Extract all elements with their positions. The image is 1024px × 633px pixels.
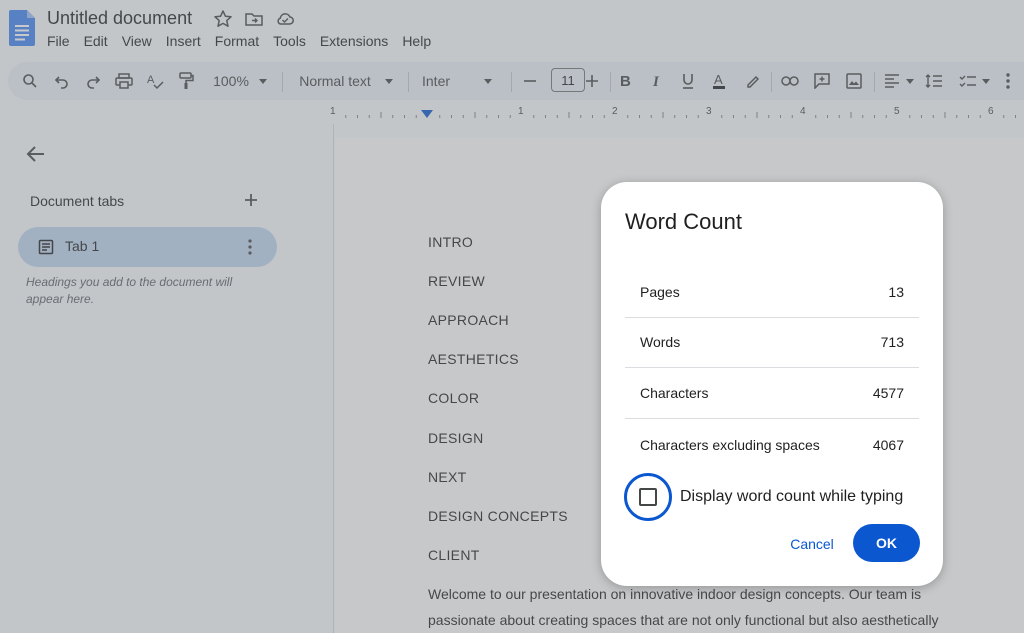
dialog-title: Word Count: [625, 209, 742, 234]
stat-value: 13: [888, 284, 904, 300]
ok-button[interactable]: OK: [853, 524, 920, 562]
stat-label: Characters: [640, 385, 709, 401]
stat-label: Words: [640, 334, 681, 350]
display-word-count-checkbox[interactable]: [639, 488, 657, 506]
cancel-button[interactable]: Cancel: [777, 526, 847, 562]
stat-value: 713: [880, 334, 904, 350]
stat-row-words: Words 713: [625, 317, 919, 368]
checkbox-label[interactable]: Display word count while typing: [680, 488, 903, 506]
stat-row-pages: Pages 13: [625, 267, 919, 318]
stat-value: 4067: [872, 437, 904, 453]
stat-label: Pages: [640, 284, 680, 300]
google-docs-window: Untitled document File Edit View Insert …: [0, 0, 1024, 633]
stat-value: 4577: [872, 385, 904, 401]
stat-row-characters-excluding-spaces: Characters excluding spaces 4067: [625, 420, 919, 471]
stat-label: Characters excluding spaces: [640, 437, 820, 453]
stat-row-characters: Characters 4577: [625, 368, 919, 419]
word-count-dialog: Word Count Pages 13 Words 713 Characters…: [601, 182, 943, 586]
